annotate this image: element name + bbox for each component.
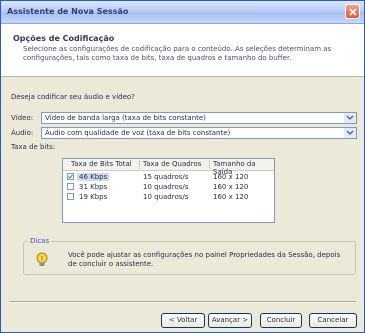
audio-dropdown-button[interactable] [344,128,356,138]
title-bar: Assistente de Nova Sessão [1,1,364,24]
row-checkbox[interactable] [67,173,74,180]
row-total: 19 Kbps [79,193,108,201]
row-frames: 15 quadros/s [143,173,189,181]
table-row[interactable]: 46 Kbps 15 quadros/s 160 x 120 [63,172,274,182]
close-button[interactable] [345,4,360,19]
row-total: 46 Kbps [77,173,110,181]
video-dropdown-button[interactable] [344,113,356,123]
page-title: Opções de Codificação [13,34,115,43]
next-button[interactable]: Avançar > [208,313,252,328]
window-title: Assistente de Nova Sessão [7,7,129,16]
chevron-down-icon [346,115,354,120]
bitrate-table: Taxa de Bits Total Taxa de Quadros Taman… [62,158,275,223]
row-checkbox[interactable] [67,193,74,200]
row-total: 31 Kbps [79,183,108,191]
video-select[interactable]: Vídeo de banda larga (taxa de bits const… [41,112,357,124]
chevron-down-icon [346,130,354,135]
audio-select-value: Áudio com qualidade de voz (taxa de bits… [45,129,231,137]
table-header: Taxa de Bits Total Taxa de Quadros Taman… [63,159,274,176]
tips-group: Dicas Você pode ajustar as configurações… [23,237,356,275]
row-size: 160 x 120 [213,193,249,201]
row-frames: 10 quadros/s [143,193,189,201]
row-frames: 10 quadros/s [143,183,189,191]
table-row[interactable]: 31 Kbps 10 quadros/s 160 x 120 [63,182,274,192]
row-size: 160 x 120 [213,173,249,181]
column-header-frames[interactable]: Taxa de Quadros [143,160,201,168]
finish-button[interactable]: Concluir [260,313,302,328]
wizard-header: Opções de Codificação Selecione as confi… [1,24,364,77]
column-header-total[interactable]: Taxa de Bits Total [71,160,132,168]
tips-label: Dicas [28,237,52,245]
page-description: Selecione as configurações de codificaçã… [23,45,332,62]
bitrate-label: Taxa de bits: [11,143,56,151]
video-label: Vídeo: [11,114,34,122]
encode-prompt: Deseja codificar seu áudio e vídeo? [11,93,135,101]
footer-divider [9,301,356,303]
cancel-button[interactable]: Cancelar [309,313,357,328]
wizard-window: Assistente de Nova Sessão Opções de Codi… [0,0,365,333]
back-button[interactable]: < Voltar [161,313,205,328]
audio-select[interactable]: Áudio com qualidade de voz (taxa de bits… [41,127,357,139]
tips-text: Você pode ajustar as configurações no pa… [68,251,341,268]
close-icon [349,8,357,16]
audio-label: Áudio: [11,129,34,137]
row-checkbox[interactable] [67,183,74,190]
video-select-value: Vídeo de banda larga (taxa de bits const… [45,114,206,122]
table-row[interactable]: 19 Kbps 10 quadros/s 160 x 120 [63,192,274,202]
lightbulb-icon [34,252,50,270]
row-size: 160 x 120 [213,183,249,191]
